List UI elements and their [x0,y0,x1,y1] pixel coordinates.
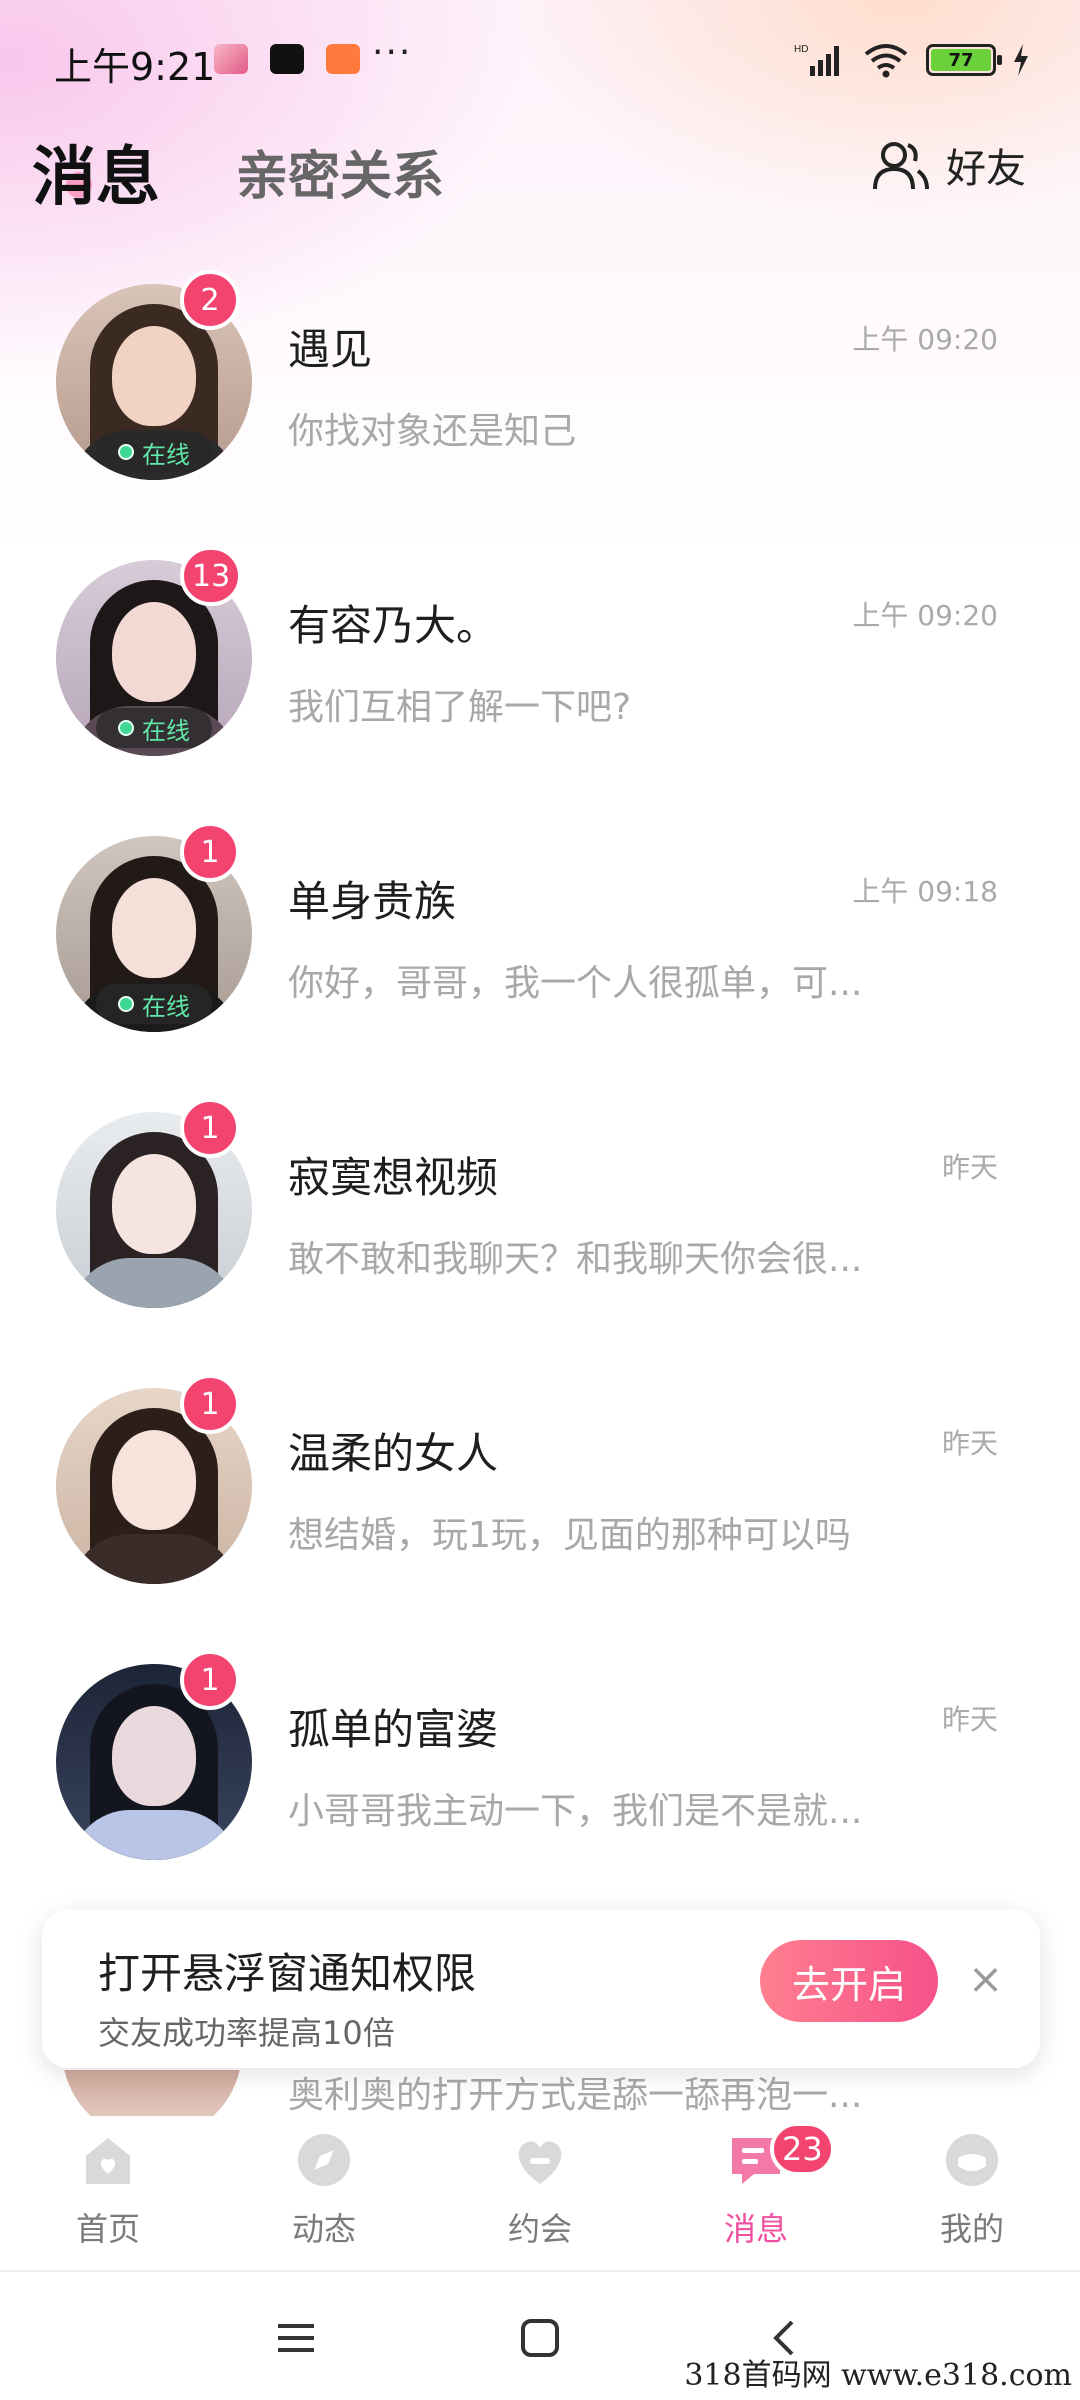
bottom-nav: 首页 动态 约会 23 消息 我的 [0,2116,1080,2272]
signal-icon: HD [794,44,839,76]
message-preview: 奥利奥的打开方式是舔一舔再泡一... [288,2075,863,2116]
nav-item-profile[interactable]: 我的 [882,2116,1062,2270]
heart-icon [518,2141,562,2184]
nav-item-feed[interactable]: 动态 [234,2116,414,2270]
message-time: 上午 09:20 [852,323,998,356]
conversation-item[interactable]: 在线 1 单身贵族 上午 09:18 你好，哥哥，我一个人很孤单，可... [0,822,1080,1104]
svg-text:HD: HD [794,44,808,55]
shopping-bag-icon [326,44,360,74]
nav-item-home[interactable]: 首页 [18,2116,198,2270]
compass-icon [298,2134,350,2186]
online-dot-icon [118,444,134,460]
tab-intimate-relations[interactable]: 亲密关系 [236,134,444,209]
nav-label: 消息 [723,2210,788,2248]
message-time: 昨天 [941,1703,998,1736]
status-more-icon: ··· [372,32,413,73]
battery-icon: 77 [926,44,1002,76]
contact-name: 寂寞想视频 [288,1153,499,1202]
battery-level: 77 [931,49,991,71]
contact-name: 孤单的富婆 [288,1705,499,1754]
nav-item-messages[interactable]: 23 消息 [666,2116,846,2270]
avatar[interactable] [62,2070,242,2116]
message-preview: 我们互相了解一下吧? [288,687,632,728]
profile-icon [946,2134,998,2186]
online-label: 在线 [142,992,190,1021]
notification-app-icon [214,44,248,74]
unread-badge: 23 [770,2122,835,2176]
message-time: 昨天 [941,1151,998,1184]
friends-icon [873,142,929,190]
menu-icon[interactable] [274,2316,318,2360]
online-status-badge: 在线 [96,984,212,1024]
contact-name: 遇见 [288,325,373,374]
contact-name: 有容乃大。 [288,601,499,650]
unread-badge: 1 [180,822,240,882]
watermark-text: 318首码网 www.e318.com [684,2358,1072,2393]
nav-item-dating[interactable]: 约会 [450,2116,630,2270]
online-status-badge: 在线 [96,432,212,472]
permission-title: 打开悬浮窗通知权限 [98,1949,477,1998]
contact-name: 温柔的女人 [288,1429,499,1478]
unread-badge: 1 [180,1098,240,1158]
nav-label: 约会 [507,2210,572,2248]
wifi-icon [864,44,908,78]
nav-label: 首页 [75,2210,140,2248]
online-dot-icon [118,720,134,736]
message-preview: 想结婚，玩1玩，见面的那种可以吗 [288,1515,851,1556]
message-time: 昨天 [941,1427,998,1460]
online-label: 在线 [142,716,190,745]
friends-button[interactable]: 好友 [872,136,1026,194]
tab-messages[interactable]: 消息 [32,126,160,218]
contact-name: 单身贵族 [288,877,457,926]
message-preview: 你找对象还是知己 [288,411,577,452]
conversation-item[interactable]: 1 温柔的女人 昨天 想结婚，玩1玩，见面的那种可以吗 [0,1374,1080,1656]
conversation-item[interactable]: 在线 2 遇见 上午 09:20 你找对象还是知己 [0,270,1080,552]
nav-label: 动态 [291,2210,356,2248]
home-button-icon[interactable] [518,2316,562,2360]
nav-label: 我的 [939,2210,1004,2248]
message-time: 上午 09:18 [852,875,998,908]
system-nav-bar: 318首码网 www.e318.com [0,2276,1080,2400]
conversation-item[interactable]: 在线 13 有容乃大。 上午 09:20 我们互相了解一下吧? [0,546,1080,828]
status-app-icons [214,44,360,74]
permission-subtitle: 交友成功率提高10倍 [98,2014,395,2052]
message-preview: 你好，哥哥，我一个人很孤单，可... [288,963,863,1004]
close-icon[interactable]: × [968,1954,1003,2003]
online-label: 在线 [142,440,190,469]
home-icon [86,2138,130,2184]
status-indicators: HD 77 [794,42,1030,78]
enable-permission-button[interactable]: 去开启 [760,1940,938,2022]
tiktok-icon [270,44,304,74]
status-bar: 上午9:21 ··· HD 77 [0,0,1080,120]
friends-label: 好友 [946,146,1026,192]
charging-icon [1014,44,1028,76]
conversation-list: 在线 2 遇见 上午 09:20 你找对象还是知己 在线 13 有容乃大。 上午… [0,270,1080,1932]
status-time: 上午9:21 [54,45,216,89]
conversation-item[interactable]: 1 孤单的富婆 昨天 小哥哥我主动一下，我们是不是就... [0,1650,1080,1932]
message-preview: 小哥哥我主动一下，我们是不是就... [288,1791,863,1832]
online-dot-icon [118,996,134,1012]
message-time: 上午 09:20 [852,599,998,632]
online-status-badge: 在线 [96,708,212,748]
unread-badge: 1 [180,1650,240,1710]
unread-badge: 13 [180,546,243,606]
message-preview: 敢不敢和我聊天？和我聊天你会很... [288,1239,863,1280]
unread-badge: 1 [180,1374,240,1434]
conversation-item[interactable]: 1 寂寞想视频 昨天 敢不敢和我聊天？和我聊天你会很... [0,1098,1080,1380]
unread-badge: 2 [180,270,240,330]
floating-window-permission-card: 打开悬浮窗通知权限 交友成功率提高10倍 去开启 × [42,1910,1040,2068]
header: 消息 亲密关系 好友 [0,118,1080,218]
conversation-item-partial[interactable]: 奥利奥的打开方式是舔一舔再泡一... [0,2070,1080,2116]
